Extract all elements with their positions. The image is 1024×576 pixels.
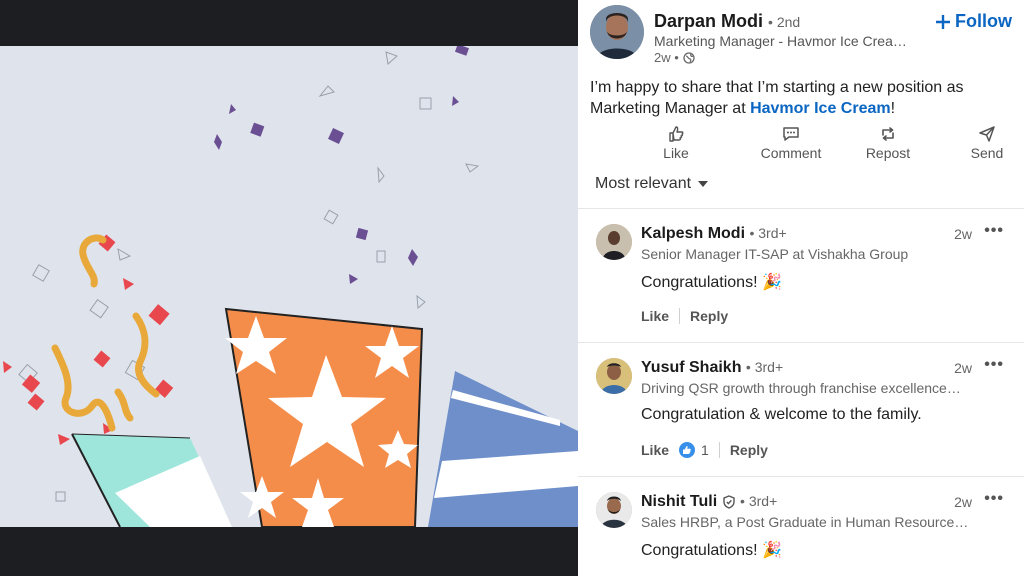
comment-text: Congratulations! 🎉 [641,542,782,559]
commenter-name-text[interactable]: Nishit Tuli [641,493,717,510]
commenter-headline: Sales HRBP, a Post Graduate in Human Res… [641,514,969,530]
post-panel: Darpan Modi • 2nd Marketing Manager - Ha… [578,0,1024,576]
commenter-name[interactable]: Yusuf Shaikh • 3rd+ [641,359,783,377]
commenter-degree: • 3rd+ [745,359,784,375]
divider [578,476,1024,477]
separator [679,308,681,324]
send-label: Send [970,145,1004,161]
commenter-headline: Driving QSR growth through franchise exc… [641,380,961,396]
comment-text: Congratulation & welcome to the family. [641,406,922,423]
commenter-name[interactable]: Nishit Tuli • 3rd+ [641,493,777,511]
follow-label: Follow [955,11,1012,31]
comment-actions: Like 1 Reply [641,442,768,458]
commenter-avatar[interactable] [596,358,632,394]
plus-icon [936,14,950,29]
more-icon[interactable]: ••• [984,490,1004,508]
confetti-graphic [3,46,578,527]
author-headline: Marketing Manager - Havmor Ice Crea… [654,33,907,49]
comment-item: Kalpesh Modi • 3rd+ Senior Manager IT-SA… [578,222,1024,332]
send-button[interactable]: Send [952,121,1022,161]
comment-item: Yusuf Shaikh • 3rd+ Driving QSR growth t… [578,356,1024,466]
post-text-end: ! [890,100,896,117]
comment-time: 2w [954,226,972,242]
post-time-text: 2w • [654,50,679,65]
comment-sort-dropdown[interactable]: Most relevant [595,175,709,193]
comment-reply-button[interactable]: Reply [730,442,768,458]
comment-icon [783,127,799,141]
comment-time: 2w [954,494,972,510]
comment-like-button[interactable]: Like [641,308,669,324]
post-header: Darpan Modi • 2nd Marketing Manager - Ha… [590,5,1018,65]
commenter-headline: Senior Manager IT-SAP at Vishakha Group [641,246,909,262]
commenter-degree: • 3rd+ [749,225,787,241]
comment-reply-button[interactable]: Reply [690,308,728,324]
comment-like-button[interactable]: Like [641,442,669,458]
commenter-name[interactable]: Kalpesh Modi • 3rd+ [641,225,787,243]
author-name[interactable]: Darpan Modi • 2nd [654,11,800,32]
comment-actions: Like Reply [641,308,728,324]
commenter-degree: • 3rd+ [740,493,778,509]
post-time: 2w • [654,50,695,65]
globe-icon [683,51,695,64]
comment-item: Nishit Tuli • 3rd+ Sales HRBP, a Post Gr… [578,490,1024,576]
reaction-count: 1 [701,442,709,458]
caret-down-icon [698,181,709,187]
comment-time: 2w [954,360,972,376]
follow-button[interactable]: Follow [935,11,1012,32]
repost-button[interactable]: Repost [853,121,923,161]
author-avatar[interactable] [590,5,644,59]
divider [578,342,1024,343]
social-action-bar: Like Comment Repost Send [590,121,1020,166]
more-icon[interactable]: ••• [984,356,1004,374]
post-text: I’m happy to share that I’m starting a n… [590,77,1010,119]
post-media[interactable] [0,0,578,576]
comment-label: Comment [760,145,822,161]
commenter-name-text[interactable]: Kalpesh Modi [641,225,745,242]
like-reaction-icon [679,442,696,458]
like-icon [669,126,684,142]
commenter-name-text[interactable]: Yusuf Shaikh [641,359,741,376]
divider [578,208,1024,209]
celebration-illustration [0,46,578,527]
author-degree: • 2nd [768,14,801,30]
commenter-avatar[interactable] [596,492,632,528]
repost-icon [882,127,894,141]
comment-button[interactable]: Comment [741,121,841,161]
send-icon [979,126,995,142]
comment-text: Congratulations! 🎉 [641,274,782,291]
like-button[interactable]: Like [641,121,711,161]
company-link[interactable]: Havmor Ice Cream [750,100,891,117]
commenter-avatar[interactable] [596,224,632,260]
like-label: Like [663,145,689,161]
reaction-summary[interactable]: 1 [679,442,709,458]
separator [718,442,720,458]
verified-icon [722,495,735,509]
more-icon[interactable]: ••• [984,222,1004,240]
author-name-text[interactable]: Darpan Modi [654,11,763,31]
sort-label: Most relevant [595,175,692,192]
repost-label: Repost [865,145,911,161]
